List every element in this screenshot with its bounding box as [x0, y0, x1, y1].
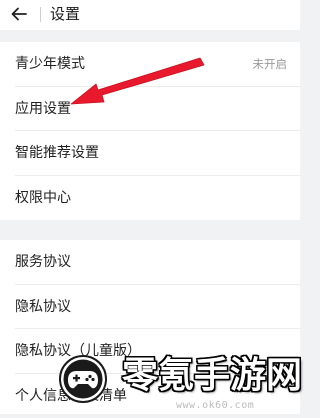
header-divider	[40, 7, 41, 22]
arrow-left-icon[interactable]	[9, 4, 29, 24]
list-item-label: 权限中心	[15, 189, 71, 207]
list-item-smart-recommendation[interactable]: 智能推荐设置	[0, 131, 300, 176]
list-item-label: 服务协议	[15, 253, 71, 271]
list-item-label: 智能推荐设置	[15, 144, 99, 162]
list-item-service-agreement[interactable]: 服务协议	[0, 240, 300, 285]
page-title: 设置	[50, 4, 80, 24]
list-item-label: 应用设置	[15, 100, 71, 118]
list-item-app-settings[interactable]: 应用设置	[0, 87, 300, 132]
watermark: 零氪手游网 www.ok60.com	[58, 352, 300, 414]
settings-group-primary: 青少年模式 未开启 应用设置 智能推荐设置 权限中心	[0, 42, 300, 220]
list-item-label: 青少年模式	[15, 55, 85, 73]
watermark-brand: 零氪手游网	[122, 354, 302, 398]
list-item-youth-mode[interactable]: 青少年模式 未开启	[0, 42, 300, 87]
watermark-url: www.ok60.com	[176, 400, 254, 412]
youth-mode-status: 未开启	[253, 57, 288, 72]
list-item-privacy-agreement[interactable]: 隐私协议	[0, 285, 300, 330]
list-item-label: 隐私协议	[15, 298, 71, 316]
list-item-permission-center[interactable]: 权限中心	[0, 176, 300, 221]
top-bar: 设置	[0, 0, 300, 30]
gamepad-logo-icon	[58, 354, 108, 404]
